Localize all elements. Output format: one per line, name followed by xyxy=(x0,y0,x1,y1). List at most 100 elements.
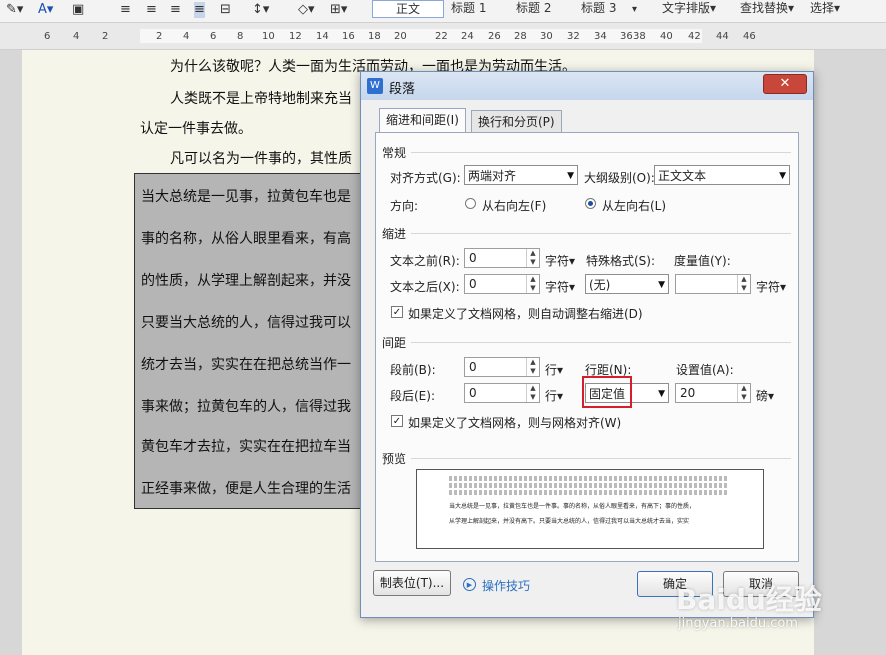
font-color-icon[interactable]: A▾ xyxy=(38,2,53,18)
setting-value-input[interactable]: 20 ▲ ▼ xyxy=(675,383,751,403)
ruler-tick: 4 xyxy=(183,31,190,42)
ltr-label: 从左向右(L) xyxy=(602,199,667,213)
indent-before-unit[interactable]: 字符▾ xyxy=(545,252,575,269)
style-heading-2[interactable]: 标题 2 xyxy=(510,0,557,16)
style-heading-3[interactable]: 标题 3 xyxy=(575,0,622,16)
rtl-radio[interactable] xyxy=(465,198,476,209)
ruler-tick: 14 xyxy=(316,31,329,42)
snap-grid-label: 如果定义了文档网格，则与网格对齐(W) xyxy=(408,416,622,430)
space-after-input[interactable]: 0 ▲ ▼ xyxy=(464,383,540,403)
select-button[interactable]: 选择▾ xyxy=(810,0,840,16)
ruler-tick: 38 xyxy=(633,31,646,42)
rtl-label: 从右向左(F) xyxy=(482,199,547,213)
align-left-icon[interactable]: ≡ xyxy=(120,2,131,18)
ruler-tick: 4 xyxy=(73,31,80,42)
play-icon[interactable]: ▶ xyxy=(463,578,476,591)
ruler-tick: 2 xyxy=(156,31,163,42)
chevron-down-icon: ▼ xyxy=(658,280,665,290)
outline-label: 大纲级别(O): xyxy=(584,171,655,185)
auto-adjust-checkbox[interactable]: ✓ xyxy=(391,306,403,318)
ruler-tick: 6 xyxy=(44,31,51,42)
measure-unit[interactable]: 字符▾ xyxy=(756,278,786,295)
indent-before-input[interactable]: 0 ▲ ▼ xyxy=(464,248,540,268)
indent-before-label: 文本之前(R): xyxy=(390,254,460,268)
ruler-tick: 10 xyxy=(262,31,275,42)
ltr-radio[interactable] xyxy=(585,198,596,209)
doc-line: 正经事来做，便是人生合理的生活 xyxy=(141,481,351,497)
chevron-down-icon: ▼ xyxy=(567,171,574,181)
tips-link[interactable]: 操作技巧 xyxy=(482,577,530,594)
distribute-icon[interactable]: ⊟ xyxy=(220,2,231,18)
tab-line-page-breaks[interactable]: 换行和分页(P) xyxy=(471,110,562,134)
special-format-select[interactable]: (无) ▼ xyxy=(585,274,669,294)
tab-stops-button[interactable]: 制表位(T)... xyxy=(373,570,451,596)
preview-text: 从学理上解剖起来，并没有高下。只要当大总统的人，信得过我可以当大总统才去当，实实 xyxy=(449,518,690,525)
watermark-url: jingyan.baidu.com xyxy=(678,616,798,631)
close-button[interactable]: ✕ xyxy=(763,74,807,94)
preview-line xyxy=(449,490,727,495)
space-before-input[interactable]: 0 ▲ ▼ xyxy=(464,357,540,377)
ruler-tick: 2 xyxy=(102,31,109,42)
spinner-arrows-icon[interactable]: ▲ ▼ xyxy=(737,384,750,402)
watermark-logo: Baidu经验 xyxy=(676,583,822,616)
char-border-icon[interactable]: ▣ xyxy=(72,2,84,18)
ruler-tick: 24 xyxy=(461,31,474,42)
outline-select[interactable]: 正文文本 ▼ xyxy=(654,165,790,185)
highlight-annotation xyxy=(582,376,632,408)
horizontal-ruler[interactable]: 6 4 2 2 4 6 8 10 12 14 16 18 20 22 24 26… xyxy=(0,23,886,50)
ruler-tick: 44 xyxy=(716,31,729,42)
align-right-icon[interactable]: ≡ xyxy=(170,2,181,18)
align-select[interactable]: 两端对齐 ▼ xyxy=(464,165,578,185)
find-replace-button[interactable]: 查找替换▾ xyxy=(740,0,794,16)
spinner-arrows-icon[interactable]: ▲ ▼ xyxy=(526,249,539,267)
measure-input[interactable]: ▲ ▼ xyxy=(675,274,751,294)
dialog-titlebar[interactable]: W 段落 ✕ xyxy=(361,72,813,100)
doc-line: 认定一件事去做。 xyxy=(140,121,252,137)
doc-line: 只要当大总统的人，信得过我可以 xyxy=(141,315,351,331)
section-indent: 缩进 xyxy=(382,227,407,241)
ruler-tick: 12 xyxy=(289,31,302,42)
ruler-tick: 20 xyxy=(394,31,407,42)
ruler-tick: 26 xyxy=(488,31,501,42)
preview-line xyxy=(449,483,727,488)
section-spacing: 间距 xyxy=(382,336,407,350)
style-heading-1[interactable]: 标题 1 xyxy=(445,0,492,16)
preview-line xyxy=(449,476,727,481)
setting-value-unit[interactable]: 磅▾ xyxy=(756,387,774,404)
divider xyxy=(411,458,791,459)
space-after-label: 段后(E): xyxy=(390,389,435,403)
align-center-icon[interactable]: ≡ xyxy=(146,2,157,18)
paragraph-dialog: W 段落 ✕ 缩进和间距(I) 换行和分页(P) 常规 对齐方式(G): 两端对… xyxy=(360,71,814,618)
highlight-color-icon[interactable]: ✎▾ xyxy=(6,2,23,18)
ruler-tick: 16 xyxy=(342,31,355,42)
spinner-arrows-icon[interactable]: ▲ ▼ xyxy=(526,275,539,293)
wps-logo-icon: W xyxy=(367,78,383,94)
setting-value-label: 设置值(A): xyxy=(676,363,734,377)
align-justify-icon[interactable]: ≡ xyxy=(194,2,205,18)
spinner-arrows-icon[interactable]: ▲ ▼ xyxy=(526,384,539,402)
chevron-down-icon: ▼ xyxy=(658,389,665,399)
border-icon[interactable]: ⊞▾ xyxy=(330,2,347,18)
preview-box: 当大总统是一见事，拉黄包车也是一件事。事的名称，从俗人眼里看来，有高下；事的性质… xyxy=(416,469,764,549)
ruler-text-area xyxy=(140,29,702,43)
text-layout-button[interactable]: 文字排版▾ xyxy=(662,0,716,16)
ruler-tick: 28 xyxy=(514,31,527,42)
space-before-unit[interactable]: 行▾ xyxy=(545,361,563,378)
tab-indent-spacing[interactable]: 缩进和间距(I) xyxy=(379,108,466,134)
spinner-arrows-icon[interactable]: ▲ ▼ xyxy=(737,275,750,293)
space-after-unit[interactable]: 行▾ xyxy=(545,387,563,404)
indent-after-unit[interactable]: 字符▾ xyxy=(545,278,575,295)
spinner-arrows-icon[interactable]: ▲ ▼ xyxy=(526,358,539,376)
ruler-tick: 46 xyxy=(743,31,756,42)
ruler-tick: 40 xyxy=(660,31,673,42)
indent-after-input[interactable]: 0 ▲ ▼ xyxy=(464,274,540,294)
shading-icon[interactable]: ◇▾ xyxy=(298,2,315,18)
styles-more-icon[interactable]: ▾ xyxy=(632,2,637,18)
indent-after-label: 文本之后(X): xyxy=(390,280,460,294)
dialog-title: 段落 xyxy=(389,82,416,97)
snap-grid-checkbox[interactable]: ✓ xyxy=(391,415,403,427)
doc-line: 当大总统是一见事，拉黄包车也是 xyxy=(141,189,351,205)
style-normal[interactable]: 正文 xyxy=(372,0,444,18)
line-spacing-icon[interactable]: ↕▾ xyxy=(252,2,269,18)
special-format-label: 特殊格式(S): xyxy=(586,254,656,268)
